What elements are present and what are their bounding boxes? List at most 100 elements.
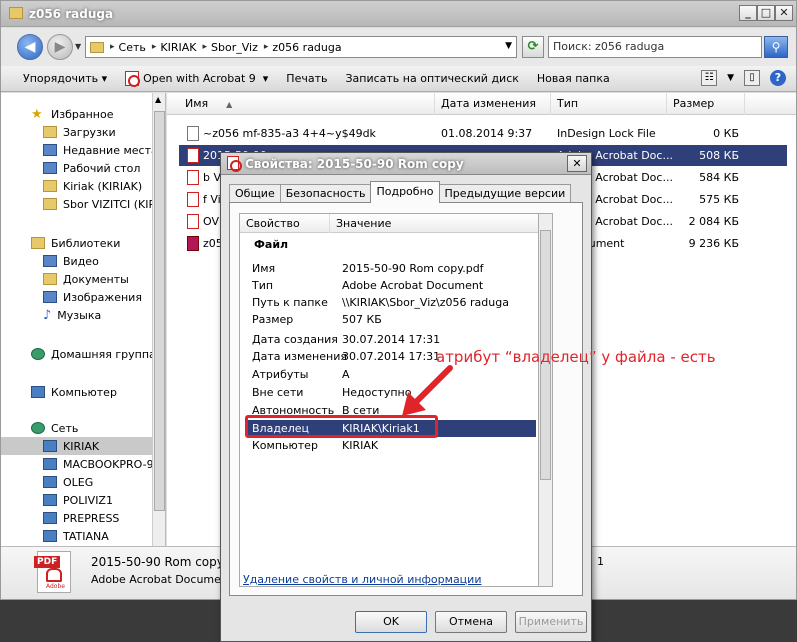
view-options-icon[interactable]: ☷ bbox=[701, 70, 718, 86]
breadcrumb-network[interactable]: Сеть bbox=[119, 41, 146, 54]
nav-documents[interactable]: Документы bbox=[43, 270, 165, 288]
nav-net-poliviz1[interactable]: POLIVIZ1 bbox=[43, 491, 165, 509]
open-with-button[interactable]: Open with Acrobat 9 ▾ bbox=[125, 71, 268, 87]
forward-button[interactable]: ▶ bbox=[47, 34, 73, 60]
organize-label: Упорядочить bbox=[23, 72, 99, 85]
tab-security[interactable]: Безопасность bbox=[279, 184, 372, 203]
property-row[interactable]: Компьютер KIRIAK bbox=[246, 437, 538, 454]
nav-music[interactable]: ♪ Музыка bbox=[43, 306, 165, 324]
property-row[interactable]: Имя 2015-50-90 Rom copy.pdf bbox=[246, 260, 538, 277]
nav-net-tatiana[interactable]: TATIANA bbox=[43, 527, 165, 545]
folder-icon bbox=[9, 7, 23, 19]
computer-icon bbox=[31, 386, 45, 398]
computer-icon bbox=[43, 530, 57, 542]
navigation-bar: ◀ ▶ ▼ ▸ Сеть ▸ KIRIAK ▸ Sbor_Viz ▸ z056 … bbox=[1, 28, 796, 66]
close-button[interactable]: ✕ bbox=[775, 5, 793, 21]
property-list-scrollbar[interactable] bbox=[539, 213, 553, 587]
tab-general[interactable]: Общие bbox=[229, 184, 281, 203]
address-bar[interactable]: ▸ Сеть ▸ KIRIAK ▸ Sbor_Viz ▸ z056 raduga… bbox=[85, 36, 517, 58]
breadcrumb-kiriak[interactable]: KIRIAK bbox=[160, 41, 196, 54]
remove-properties-link[interactable]: Удаление свойств и личной информации bbox=[243, 573, 481, 586]
view-dropdown-icon[interactable]: ▼ bbox=[727, 73, 734, 83]
nav-desktop[interactable]: Рабочий стол bbox=[43, 159, 165, 177]
column-date-modified[interactable]: Дата изменения bbox=[435, 93, 551, 115]
scrollbar-thumb[interactable] bbox=[154, 111, 165, 511]
dialog-title-bar[interactable]: Свойства: 2015-50-90 Rom copy ✕ bbox=[221, 153, 591, 175]
nav-pictures[interactable]: Изображения bbox=[43, 288, 165, 306]
folder-icon bbox=[90, 41, 104, 53]
nav-downloads[interactable]: Загрузки bbox=[43, 123, 165, 141]
maximize-button[interactable]: □ bbox=[757, 5, 775, 21]
search-icon[interactable]: ⚲ bbox=[764, 36, 788, 58]
tab-details[interactable]: Подробно bbox=[370, 181, 440, 203]
title-bar[interactable]: z056 raduga _ □ ✕ bbox=[1, 1, 796, 27]
file-row[interactable]: ~z056 mf-835-a3 4+4~y$49dk 01.08.2014 9:3… bbox=[179, 123, 787, 144]
property-list-header: Свойство Значение bbox=[240, 214, 538, 233]
nav-favorites[interactable]: ★ Избранное bbox=[31, 105, 165, 123]
pdf-file-icon bbox=[187, 148, 199, 163]
nav-net-macbookpro[interactable]: MACBOOKPRO-9A7 bbox=[43, 455, 165, 473]
apply-button[interactable]: Применить bbox=[515, 611, 587, 633]
print-button[interactable]: Печать bbox=[286, 72, 327, 85]
refresh-button[interactable]: ⟳ bbox=[522, 36, 544, 58]
details-extra: 1 bbox=[597, 555, 604, 568]
dialog-title: Свойства: 2015-50-90 Rom copy bbox=[245, 157, 464, 171]
column-type[interactable]: Тип bbox=[551, 93, 667, 115]
scroll-up-icon[interactable]: ▲ bbox=[155, 95, 161, 104]
dialog-close-button[interactable]: ✕ bbox=[567, 155, 587, 172]
computer-icon bbox=[43, 476, 57, 488]
history-dropdown-icon[interactable]: ▼ bbox=[75, 42, 81, 51]
nav-sbor-vizitci[interactable]: Sbor VIZITCI (KIRI bbox=[43, 195, 165, 213]
homegroup-icon bbox=[31, 348, 45, 360]
property-row[interactable]: Путь к папке \\KIRIAK\Sbor_Viz\z056 radug… bbox=[246, 294, 538, 311]
annotation-arrow-icon bbox=[402, 365, 453, 416]
preview-pane-icon[interactable]: ▯ bbox=[744, 70, 760, 86]
details-file-type: Adobe Acrobat Document bbox=[91, 573, 233, 586]
tab-previous-versions[interactable]: Предыдущие версии bbox=[438, 184, 572, 203]
network-icon bbox=[31, 422, 45, 434]
documents-icon bbox=[43, 273, 57, 285]
library-icon bbox=[31, 237, 45, 249]
nav-video[interactable]: Видео bbox=[43, 252, 165, 270]
nav-scrollbar[interactable]: ▲ bbox=[152, 93, 165, 546]
column-size[interactable]: Размер bbox=[667, 93, 745, 115]
column-name[interactable]: Имя ▲ bbox=[167, 93, 435, 115]
nav-recent-places[interactable]: Недавние места bbox=[43, 141, 165, 159]
nav-net-prepress[interactable]: PREPRESS bbox=[43, 509, 165, 527]
pdf-file-icon bbox=[187, 192, 199, 207]
nav-homegroup[interactable]: Домашняя группа bbox=[31, 345, 165, 363]
search-input[interactable]: Поиск: z056 raduga bbox=[548, 36, 762, 58]
property-row[interactable]: Вне сети Недоступно bbox=[246, 384, 538, 401]
ok-button[interactable]: OK bbox=[355, 611, 427, 633]
property-row[interactable]: Тип Adobe Acrobat Document bbox=[246, 277, 538, 294]
adobe-brand: Adobe bbox=[46, 583, 65, 590]
recent-places-icon bbox=[43, 144, 57, 156]
nav-kiriak-share[interactable]: Kiriak (KIRIAK) bbox=[43, 177, 165, 195]
property-row[interactable]: Размер 507 КБ bbox=[246, 311, 538, 328]
organize-button[interactable]: Упорядочить ▾ bbox=[23, 72, 107, 85]
open-with-label: Open with Acrobat 9 bbox=[143, 72, 256, 85]
desktop-icon bbox=[43, 162, 57, 174]
nav-net-oleg[interactable]: OLEG bbox=[43, 473, 165, 491]
window-title: z056 raduga bbox=[29, 7, 114, 21]
nav-net-kiriak[interactable]: KIRIAK bbox=[1, 437, 152, 455]
nav-computer[interactable]: Компьютер bbox=[31, 383, 165, 401]
breadcrumb-sbor-viz[interactable]: Sbor_Viz bbox=[211, 41, 258, 54]
star-icon: ★ bbox=[31, 106, 43, 122]
address-dropdown-icon[interactable]: ▼ bbox=[505, 41, 512, 51]
computer-icon bbox=[43, 458, 57, 470]
nav-libraries[interactable]: Библиотеки bbox=[31, 234, 165, 252]
nav-network[interactable]: Сеть bbox=[31, 419, 165, 437]
help-icon[interactable]: ? bbox=[770, 70, 786, 86]
column-value[interactable]: Значение bbox=[330, 214, 538, 233]
new-folder-button[interactable]: Новая папка bbox=[537, 72, 610, 85]
column-property[interactable]: Свойство bbox=[240, 214, 330, 233]
minimize-button[interactable]: _ bbox=[739, 5, 757, 21]
pictures-icon bbox=[43, 291, 57, 303]
back-button[interactable]: ◀ bbox=[17, 34, 43, 60]
property-row[interactable]: Атрибуты A bbox=[246, 366, 538, 383]
breadcrumb-current-folder[interactable]: z056 raduga bbox=[272, 41, 341, 54]
property-row[interactable]: Дата создания 30.07.2014 17:31 bbox=[246, 331, 538, 348]
burn-disc-button[interactable]: Записать на оптический диск bbox=[345, 72, 518, 85]
cancel-button[interactable]: Отмена bbox=[435, 611, 507, 633]
